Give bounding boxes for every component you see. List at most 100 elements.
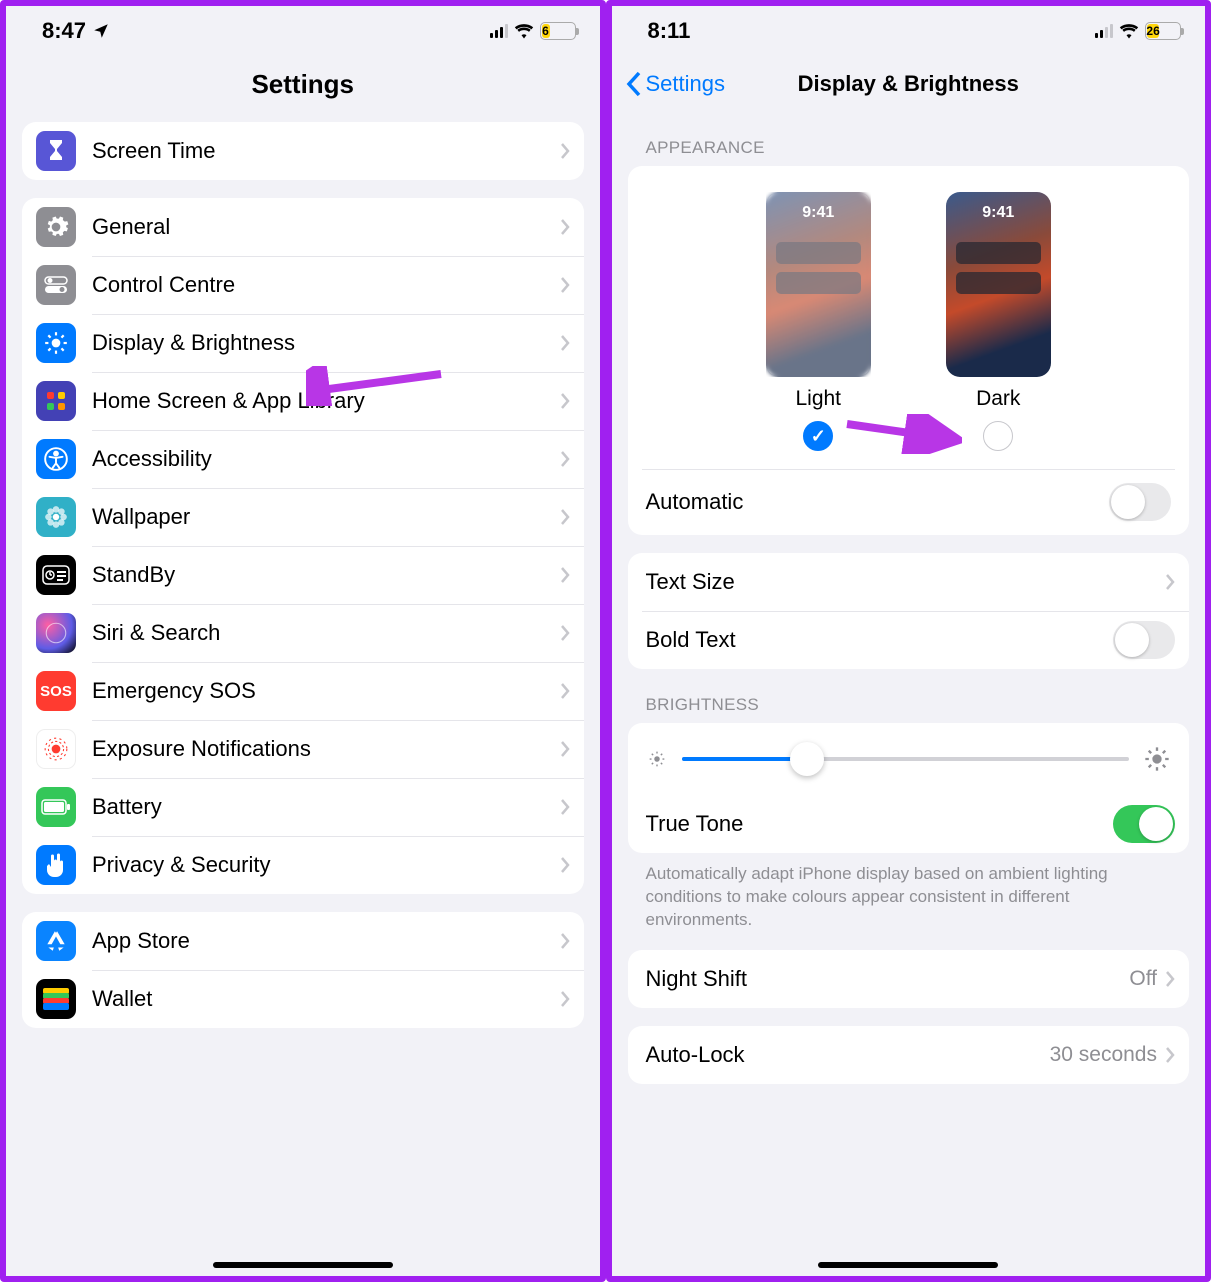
chevron-right-icon <box>560 392 570 410</box>
chevron-right-icon <box>560 566 570 584</box>
row-text-size[interactable]: Text Size <box>628 553 1190 611</box>
row-true-tone[interactable]: True Tone <box>628 795 1190 853</box>
row-control-centre[interactable]: Control Centre <box>22 256 584 314</box>
row-auto-lock[interactable]: Auto-Lock 30 seconds <box>628 1026 1190 1084</box>
chevron-right-icon <box>1165 1046 1175 1064</box>
label: Bold Text <box>646 627 1114 653</box>
text-card: Text Size Bold Text <box>628 553 1190 669</box>
row-sos[interactable]: SOS Emergency SOS <box>22 662 584 720</box>
brightness-slider[interactable] <box>682 757 1130 761</box>
row-siri[interactable]: Siri & Search <box>22 604 584 662</box>
row-general[interactable]: General <box>22 198 584 256</box>
label: Privacy & Security <box>92 852 560 878</box>
back-label: Settings <box>646 71 726 97</box>
sun-small-icon <box>646 748 668 770</box>
row-screen-time[interactable]: Screen Time <box>22 122 584 180</box>
status-bar: 8:11 26 <box>612 6 1206 56</box>
label: Auto-Lock <box>646 1042 1050 1068</box>
label: Screen Time <box>92 138 560 164</box>
row-exposure[interactable]: Exposure Notifications <box>22 720 584 778</box>
chevron-right-icon <box>560 740 570 758</box>
wallet-icon <box>36 979 76 1019</box>
chevron-right-icon <box>560 334 570 352</box>
flower-icon <box>36 497 76 537</box>
brightness-header: BRIGHTNESS <box>646 695 1190 715</box>
radio-light[interactable] <box>803 421 833 451</box>
chevron-left-icon <box>626 71 642 97</box>
row-bold-text[interactable]: Bold Text <box>628 611 1190 669</box>
label: Wallet <box>92 986 560 1012</box>
battery-row-icon <box>36 787 76 827</box>
row-app-store[interactable]: App Store <box>22 912 584 970</box>
battery-icon: 26 <box>1145 22 1181 40</box>
status-time: 8:11 <box>648 18 691 44</box>
status-time: 8:47 <box>42 18 86 44</box>
home-indicator <box>213 1262 393 1268</box>
display-brightness-screen: 8:11 26 Settings Display & Brightness AP… <box>606 0 1211 1282</box>
chevron-right-icon <box>560 218 570 236</box>
automatic-label: Automatic <box>646 489 1110 515</box>
label: Night Shift <box>646 966 1130 992</box>
detail-value: 30 seconds <box>1050 1043 1157 1067</box>
radio-dark[interactable] <box>983 421 1013 451</box>
appstore-icon <box>36 921 76 961</box>
chevron-right-icon <box>1165 573 1175 591</box>
row-display-brightness[interactable]: Display & Brightness <box>22 314 584 372</box>
chevron-right-icon <box>560 450 570 468</box>
row-accessibility[interactable]: Accessibility <box>22 430 584 488</box>
settings-group-screentime: Screen Time <box>22 122 584 180</box>
hand-icon <box>36 845 76 885</box>
label: Text Size <box>646 569 1166 595</box>
grid-icon <box>36 381 76 421</box>
bold-toggle[interactable] <box>1113 621 1175 659</box>
brightness-slider-row <box>628 723 1190 795</box>
row-home-screen[interactable]: Home Screen & App Library <box>22 372 584 430</box>
label: Accessibility <box>92 446 560 472</box>
row-standby[interactable]: StandBy <box>22 546 584 604</box>
chevron-right-icon <box>560 682 570 700</box>
row-wallpaper[interactable]: Wallpaper <box>22 488 584 546</box>
row-night-shift[interactable]: Night Shift Off <box>628 950 1190 1008</box>
light-label: Light <box>743 387 893 411</box>
label: Battery <box>92 794 560 820</box>
sos-icon: SOS <box>36 671 76 711</box>
row-automatic[interactable]: Automatic <box>628 469 1190 535</box>
appearance-light[interactable]: 9:41 Light <box>743 192 893 451</box>
settings-group-main: General Control Centre Display & Brightn… <box>22 198 584 894</box>
label: Emergency SOS <box>92 678 560 704</box>
automatic-toggle[interactable] <box>1109 483 1171 521</box>
gear-icon <box>36 207 76 247</box>
slider-thumb[interactable] <box>790 742 824 776</box>
chevron-right-icon <box>560 508 570 526</box>
battery-icon: 6 <box>540 22 576 40</box>
wifi-icon <box>514 23 534 39</box>
nav-bar: Settings Display & Brightness <box>612 56 1206 112</box>
appearance-card: 9:41 Light 9:41 Dark Automatic <box>628 166 1190 535</box>
chevron-right-icon <box>560 932 570 950</box>
appearance-dark[interactable]: 9:41 Dark <box>923 192 1073 451</box>
appearance-header: APPEARANCE <box>646 138 1190 158</box>
row-privacy[interactable]: Privacy & Security <box>22 836 584 894</box>
label: StandBy <box>92 562 560 588</box>
brightness-card: True Tone <box>628 723 1190 853</box>
status-bar: 8:47 6 <box>6 6 600 56</box>
cellular-icon <box>1095 24 1113 38</box>
switches-icon <box>36 265 76 305</box>
siri-icon <box>36 613 76 653</box>
row-battery[interactable]: Battery <box>22 778 584 836</box>
detail-value: Off <box>1129 967 1157 991</box>
label: Wallpaper <box>92 504 560 530</box>
chevron-right-icon <box>560 276 570 294</box>
label: Control Centre <box>92 272 560 298</box>
label: General <box>92 214 560 240</box>
nav-bar: Settings <box>6 56 600 112</box>
chevron-right-icon <box>560 990 570 1008</box>
truetone-toggle[interactable] <box>1113 805 1175 843</box>
settings-screen: 8:47 6 Settings Screen Time General <box>0 0 606 1282</box>
chevron-right-icon <box>560 856 570 874</box>
back-button[interactable]: Settings <box>626 56 726 112</box>
exposure-icon <box>36 729 76 769</box>
chevron-right-icon <box>560 798 570 816</box>
label: App Store <box>92 928 560 954</box>
row-wallet[interactable]: Wallet <box>22 970 584 1028</box>
